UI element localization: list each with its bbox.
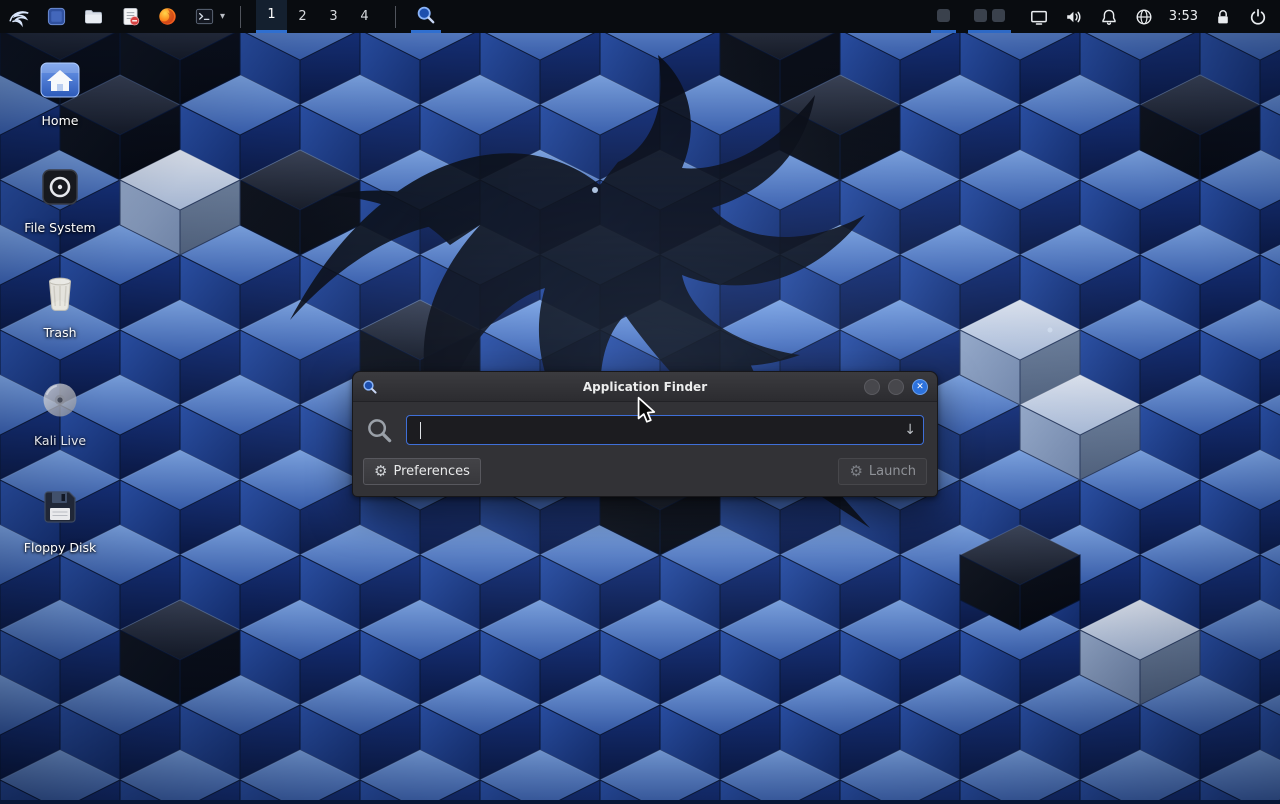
desktop-icon-label: Kali Live — [34, 433, 86, 448]
mouse-cursor — [637, 396, 659, 427]
launch-button-label: Launch — [869, 464, 916, 479]
window-buttons — [931, 0, 1011, 33]
clock[interactable]: 3:53 — [1169, 9, 1198, 24]
window-mini-icon — [992, 9, 1005, 22]
top-panel: ▾ 1 2 3 4 — [0, 0, 1280, 33]
volume-applet[interactable] — [1064, 7, 1084, 27]
appfinder-window-icon — [362, 379, 378, 395]
launcher-terminal[interactable] — [192, 5, 216, 29]
cursor-arrow-icon — [637, 396, 659, 423]
volume-icon — [1064, 7, 1084, 27]
search-input[interactable]: ↓ — [406, 415, 924, 445]
application-finder-window: Application Finder ✕ ↓ ⚙ Preferences — [352, 371, 938, 497]
gear-icon: ⚙ — [374, 464, 387, 479]
launcher-firefox[interactable] — [155, 5, 179, 29]
desktop-icon-floppy-disk[interactable]: Floppy Disk — [12, 483, 108, 555]
workspace-4[interactable]: 4 — [349, 0, 380, 33]
folder-icon — [83, 6, 104, 27]
trash-icon — [36, 268, 84, 316]
panel-left: ▾ 1 2 3 4 — [0, 0, 441, 33]
lock-applet[interactable] — [1213, 7, 1233, 27]
workspace-2[interactable]: 2 — [287, 0, 318, 33]
desktop-icon-label: File System — [24, 220, 96, 235]
logout-applet[interactable] — [1248, 7, 1268, 27]
dropdown-arrow-icon[interactable]: ↓ — [904, 423, 916, 437]
terminal-icon — [194, 6, 215, 27]
desktop-icon-label: Floppy Disk — [24, 540, 96, 555]
minimize-button[interactable] — [864, 379, 880, 395]
text-caret — [420, 422, 421, 439]
close-icon: ✕ — [916, 382, 924, 392]
desktop-icon-file-system[interactable]: File System — [12, 163, 108, 235]
window-button[interactable] — [931, 0, 956, 33]
workspace-switcher: 1 2 3 4 — [256, 0, 380, 33]
home-icon — [36, 56, 84, 104]
desktop-icon-home[interactable]: Home — [12, 56, 108, 128]
window-mini-icon — [974, 9, 987, 22]
display-applet[interactable] — [1029, 7, 1049, 27]
close-button[interactable]: ✕ — [912, 379, 928, 395]
desktop-icon-trash[interactable]: Trash — [12, 268, 108, 340]
titlebar-buttons: ✕ — [864, 379, 928, 395]
magnifier-icon — [416, 5, 436, 25]
desktop-icon-label: Home — [42, 113, 79, 128]
power-icon — [1248, 7, 1268, 27]
workspace-1[interactable]: 1 — [256, 0, 287, 33]
panel-separator — [395, 6, 396, 28]
desktop-icon-kali-live[interactable]: Kali Live — [12, 376, 108, 448]
preferences-button-label: Preferences — [393, 464, 469, 479]
window-button[interactable] — [968, 0, 1011, 33]
network-applet[interactable] — [1134, 7, 1154, 27]
workspace-3[interactable]: 3 — [318, 0, 349, 33]
notifications-applet[interactable] — [1099, 7, 1119, 27]
search-icon — [366, 417, 393, 444]
search-input-field[interactable] — [407, 416, 923, 444]
floppy-icon — [36, 483, 84, 531]
panel-right: 3:53 — [931, 0, 1280, 33]
launch-gear-icon: ⚙ — [849, 464, 862, 479]
window-mini-icon — [937, 9, 950, 22]
disc-icon — [36, 376, 84, 424]
appfinder-launcher[interactable] — [411, 0, 441, 33]
kali-logo-icon — [7, 4, 31, 30]
button-row: ⚙ Preferences ⚙ Launch — [363, 458, 927, 485]
kali-menu-button[interactable] — [7, 5, 31, 29]
launcher-window-app[interactable] — [44, 5, 68, 29]
maximize-button[interactable] — [888, 379, 904, 395]
window-title: Application Finder — [353, 380, 937, 394]
bell-icon — [1099, 7, 1119, 27]
launch-button[interactable]: ⚙ Launch — [838, 458, 927, 485]
launcher-text-editor[interactable] — [118, 5, 142, 29]
launcher-file-manager[interactable] — [81, 5, 105, 29]
globe-network-icon — [1134, 7, 1154, 27]
text-editor-icon — [120, 6, 141, 27]
display-icon — [1029, 7, 1049, 27]
file-system-icon — [36, 163, 84, 211]
lock-icon — [1213, 7, 1233, 27]
firefox-icon — [157, 6, 178, 27]
preferences-button[interactable]: ⚙ Preferences — [363, 458, 481, 485]
window-app-icon — [46, 6, 67, 27]
system-tray: 3:53 — [1029, 7, 1280, 27]
desktop-icon-label: Trash — [43, 325, 76, 340]
terminal-dropdown-chevron[interactable]: ▾ — [220, 11, 225, 22]
panel-separator — [240, 6, 241, 28]
